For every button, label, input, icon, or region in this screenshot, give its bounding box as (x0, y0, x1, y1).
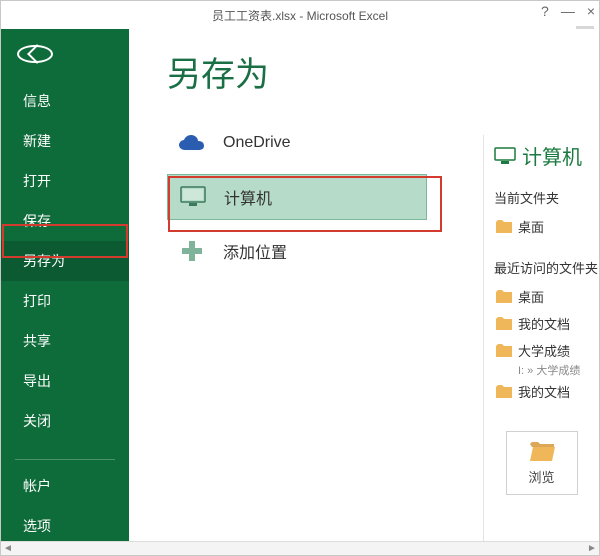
scroll-right-arrow[interactable]: ► (585, 542, 599, 556)
browse-button[interactable]: 浏览 (506, 431, 578, 495)
folder-row-grades-path: I: » 大学成绩 (484, 362, 599, 378)
folder-icon (496, 344, 512, 357)
sidebar-item-saveas[interactable]: 另存为 (1, 241, 129, 281)
back-button[interactable] (17, 45, 53, 63)
detail-title: 计算机 (484, 141, 599, 170)
location-add-place[interactable]: 添加位置 (167, 228, 427, 274)
scroll-left-arrow[interactable]: ◄ (1, 542, 15, 556)
title-bar: 员工工资表.xlsx - Microsoft Excel ? — × (1, 1, 599, 29)
backstage-sidebar: 信息 新建 打开 保存 另存为 打印 共享 导出 关闭 帐户 选项 (1, 29, 129, 541)
folder-row-desktop-recent[interactable]: 桌面 (484, 283, 599, 310)
minimize-button[interactable]: — (561, 3, 575, 19)
sidebar-item-save[interactable]: 保存 (1, 201, 129, 241)
sidebar-separator (15, 459, 115, 460)
cloud-icon (175, 134, 209, 152)
detail-panel: 计算机 当前文件夹 桌面 最近访问的文件夹 桌面 我的文档 (483, 135, 599, 541)
back-arrow-icon (27, 44, 47, 64)
location-onedrive[interactable]: OneDrive (167, 120, 427, 166)
folder-row-mydocs[interactable]: 我的文档 (484, 310, 599, 337)
sidebar-item-export[interactable]: 导出 (1, 361, 129, 401)
location-computer[interactable]: 计算机 (167, 174, 427, 220)
recent-folders-label: 最近访问的文件夹 (494, 258, 599, 277)
current-folder-label: 当前文件夹 (494, 188, 599, 207)
folder-icon (496, 385, 512, 398)
sidebar-item-close[interactable]: 关闭 (1, 401, 129, 441)
folder-icon (496, 290, 512, 303)
main-panel: 另存为 OneDrive 计算机 (129, 29, 599, 541)
sidebar-item-info[interactable]: 信息 (1, 81, 129, 121)
location-onedrive-label: OneDrive (223, 134, 291, 152)
sidebar-item-options[interactable]: 选项 (1, 506, 129, 541)
browse-label: 浏览 (528, 467, 554, 486)
folder-icon (496, 317, 512, 330)
monitor-icon (176, 186, 210, 208)
page-title: 另存为 (167, 47, 599, 96)
sidebar-item-open[interactable]: 打开 (1, 161, 129, 201)
plus-icon (175, 239, 209, 263)
folder-icon (496, 220, 512, 233)
folder-row-mydocs-2[interactable]: 我的文档 (484, 378, 599, 405)
sidebar-item-new[interactable]: 新建 (1, 121, 129, 161)
sidebar-item-print[interactable]: 打印 (1, 281, 129, 321)
sidebar-item-share[interactable]: 共享 (1, 321, 129, 361)
scroll-track[interactable] (15, 544, 585, 554)
folder-row-desktop[interactable]: 桌面 (484, 213, 599, 240)
location-add-label: 添加位置 (223, 239, 287, 263)
folder-row-grades[interactable]: 大学成绩 (484, 337, 599, 364)
sidebar-item-account[interactable]: 帐户 (1, 466, 129, 506)
help-button[interactable]: ? (541, 3, 549, 19)
folder-open-icon (529, 441, 555, 461)
location-computer-label: 计算机 (224, 185, 272, 209)
horizontal-scrollbar[interactable]: ◄ ► (1, 541, 599, 555)
monitor-icon (494, 147, 516, 165)
close-button[interactable]: × (587, 3, 595, 19)
window-title: 员工工资表.xlsx - Microsoft Excel (212, 7, 388, 24)
